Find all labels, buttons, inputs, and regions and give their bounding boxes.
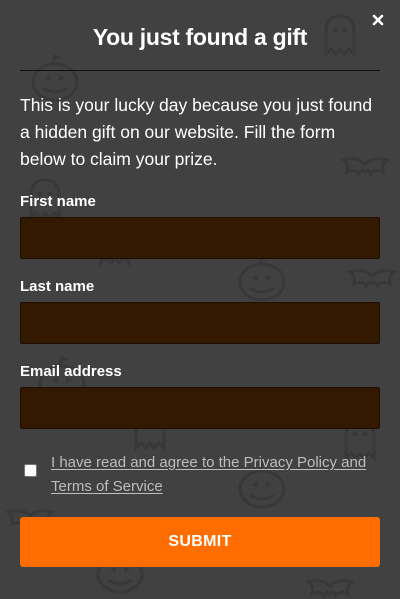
consent-row: I have read and agree to the Privacy Pol… bbox=[20, 451, 380, 499]
first-name-group: First name bbox=[20, 193, 380, 259]
claim-form: First name Last name Email address I hav… bbox=[20, 193, 380, 567]
email-group: Email address bbox=[20, 363, 380, 429]
intro-text: This is your lucky day because you just … bbox=[20, 95, 373, 169]
last-name-label: Last name bbox=[20, 278, 95, 295]
gift-popup: You just found a gift This is your lucky… bbox=[0, 0, 400, 599]
email-label: Email address bbox=[20, 363, 122, 380]
first-name-input[interactable] bbox=[20, 217, 380, 259]
email-input[interactable] bbox=[20, 387, 380, 429]
consent-checkbox[interactable] bbox=[24, 464, 37, 477]
title-divider bbox=[20, 70, 380, 71]
submit-button[interactable]: SUBMIT bbox=[20, 517, 380, 567]
last-name-input[interactable] bbox=[20, 302, 380, 344]
close-icon[interactable] bbox=[370, 12, 386, 28]
first-name-label: First name bbox=[20, 193, 96, 210]
consent-link[interactable]: I have read and agree to the Privacy Pol… bbox=[51, 451, 371, 499]
last-name-group: Last name bbox=[20, 278, 380, 344]
popup-title: You just found a gift bbox=[92, 24, 308, 50]
